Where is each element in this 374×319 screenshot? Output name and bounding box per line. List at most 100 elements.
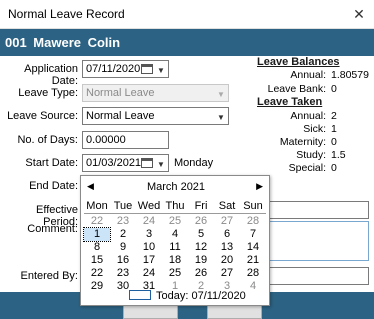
calendar-day[interactable]: 14 — [240, 241, 266, 254]
employee-name: 001 Mawere Colin — [5, 35, 121, 50]
calendar-day[interactable]: 21 — [240, 254, 266, 267]
application-date-picker[interactable]: 07/11/2020 ▼ — [82, 60, 169, 78]
calendar-day[interactable]: 9 — [110, 241, 136, 254]
special-taken-label: Special: — [288, 162, 326, 174]
calendar-week: 22 23 24 25 26 27 28 — [84, 215, 266, 228]
effective-period-input[interactable] — [268, 201, 369, 219]
calendar-week: 22 23 24 25 26 27 28 — [84, 267, 266, 280]
calendar-day[interactable]: 3 — [136, 228, 162, 241]
leave-bank-label: Leave Bank: — [267, 83, 326, 95]
weekday-label: Thu — [165, 200, 185, 212]
calendar-day[interactable]: 16 — [110, 254, 136, 267]
start-day-name: Monday — [174, 157, 214, 169]
weekday-label: Tue — [113, 200, 133, 212]
comment-label: Comment: — [27, 223, 78, 235]
leave-balances-title: Leave Balances — [257, 56, 340, 68]
employee-header: 001 Mawere Colin — [0, 29, 374, 56]
calendar-day[interactable]: 26 — [188, 215, 214, 228]
leave-taken-title: Leave Taken — [257, 96, 323, 108]
study-taken-value: 1.5 — [331, 149, 346, 161]
calendar-day[interactable]: 2 — [110, 228, 136, 241]
calendar-day-selected[interactable]: 1 — [83, 227, 111, 242]
calendar-day[interactable]: 5 — [188, 228, 214, 241]
entered-by-input[interactable] — [268, 267, 369, 285]
calendar-week: 1 2 3 4 5 6 7 — [83, 227, 266, 242]
calendar-day[interactable]: 23 — [110, 215, 136, 228]
annual-balance-value: 1.80579 — [331, 69, 369, 81]
calendar-day[interactable]: 24 — [136, 267, 162, 280]
chevron-down-icon: ▼ — [157, 159, 165, 169]
next-month-button[interactable]: ▶ — [256, 181, 263, 192]
weekday-label: Sat — [218, 200, 236, 212]
weekday-label: Fri — [194, 200, 208, 212]
special-taken-value: 0 — [331, 162, 337, 174]
sick-taken-label: Sick: — [303, 123, 326, 135]
calendar-day[interactable]: 17 — [136, 254, 162, 267]
calendar-day[interactable]: 8 — [84, 241, 110, 254]
calendar-month-title[interactable]: March 2021 — [81, 181, 271, 193]
chevron-down-icon: ▼ — [217, 112, 225, 122]
entered-by-label: Entered By: — [20, 270, 78, 282]
calendar-day[interactable]: 7 — [240, 228, 266, 241]
calendar-day[interactable]: 20 — [214, 254, 240, 267]
weekday-label: Wed — [137, 200, 161, 212]
calendar-day[interactable]: 15 — [84, 254, 110, 267]
leave-bank-value: 0 — [331, 83, 337, 95]
calendar-day[interactable]: 29 — [84, 280, 110, 293]
calendar-day[interactable]: 28 — [240, 267, 266, 280]
maternity-taken-label: Maternity: — [279, 136, 326, 148]
leave-source-select[interactable]: Normal Leave ▼ — [82, 107, 229, 125]
calendar-day[interactable]: 11 — [162, 241, 188, 254]
calendar-week: 15 16 17 18 19 20 21 — [84, 254, 266, 267]
leave-type-select[interactable]: Normal Leave ▼ — [82, 84, 229, 102]
calendar-day[interactable]: 19 — [188, 254, 214, 267]
leave-source-value: Normal Leave — [86, 110, 155, 122]
chevron-down-icon: ▼ — [157, 65, 165, 75]
weekday-label: Mon — [86, 200, 108, 212]
calendar-day[interactable]: 13 — [214, 241, 240, 254]
calendar-day[interactable]: 25 — [162, 215, 188, 228]
days-label: No. of Days: — [17, 134, 78, 146]
close-button[interactable]: ✕ — [344, 0, 374, 29]
calendar-day[interactable]: 24 — [136, 215, 162, 228]
days-input[interactable]: 0.00000 — [82, 131, 169, 149]
end-date-label: End Date: — [29, 180, 78, 192]
start-date-label: Start Date: — [25, 157, 78, 169]
weekday-header: Mon Tue Wed Thu Fri Sat Sun — [84, 200, 266, 214]
calendar-day[interactable]: 26 — [188, 267, 214, 280]
calendar-grid: Mon Tue Wed Thu Fri Sat Sun 22 23 24 25 … — [83, 200, 266, 293]
days-value: 0.00000 — [86, 134, 126, 146]
sick-taken-value: 1 — [331, 123, 337, 135]
title-bar: Normal Leave Record ✕ — [0, 0, 374, 29]
start-date-value: 01/03/2021 — [86, 157, 142, 169]
window-title: Normal Leave Record — [8, 7, 125, 21]
calendar-day[interactable]: 22 — [84, 267, 110, 280]
calendar-day[interactable]: 22 — [84, 215, 110, 228]
calendar-day[interactable]: 25 — [162, 267, 188, 280]
calendar-day[interactable]: 10 — [136, 241, 162, 254]
calendar-day[interactable]: 23 — [110, 267, 136, 280]
comment-textarea[interactable] — [268, 221, 369, 261]
leave-type-label: Leave Type: — [18, 87, 78, 99]
annual-balance-label: Annual: — [290, 69, 326, 81]
calendar-day[interactable]: 27 — [214, 267, 240, 280]
study-taken-label: Study: — [296, 149, 326, 161]
weekday-label: Sun — [243, 200, 263, 212]
calendar-day[interactable]: 6 — [214, 228, 240, 241]
application-date-value: 07/11/2020 — [86, 63, 141, 75]
annual-taken-label: Annual: — [290, 110, 326, 122]
maternity-taken-value: 0 — [331, 136, 337, 148]
calendar-week: 8 9 10 11 12 13 14 — [84, 241, 266, 254]
calendar-day[interactable]: 12 — [188, 241, 214, 254]
annual-taken-value: 2 — [331, 110, 337, 122]
leave-source-label: Leave Source: — [7, 110, 78, 122]
calendar-icon — [141, 158, 153, 168]
calendar-day[interactable]: 4 — [162, 228, 188, 241]
start-date-picker[interactable]: 01/03/2021 ▼ — [82, 154, 169, 172]
today-marker-icon — [129, 290, 151, 300]
calendar-day[interactable]: 27 — [214, 215, 240, 228]
calendar-day[interactable]: 28 — [240, 215, 266, 228]
today-link[interactable]: Today: 07/11/2020 — [156, 290, 246, 302]
date-picker-calendar: ◀ March 2021 ▶ Mon Tue Wed Thu Fri Sat S… — [80, 175, 270, 306]
calendar-day[interactable]: 18 — [162, 254, 188, 267]
